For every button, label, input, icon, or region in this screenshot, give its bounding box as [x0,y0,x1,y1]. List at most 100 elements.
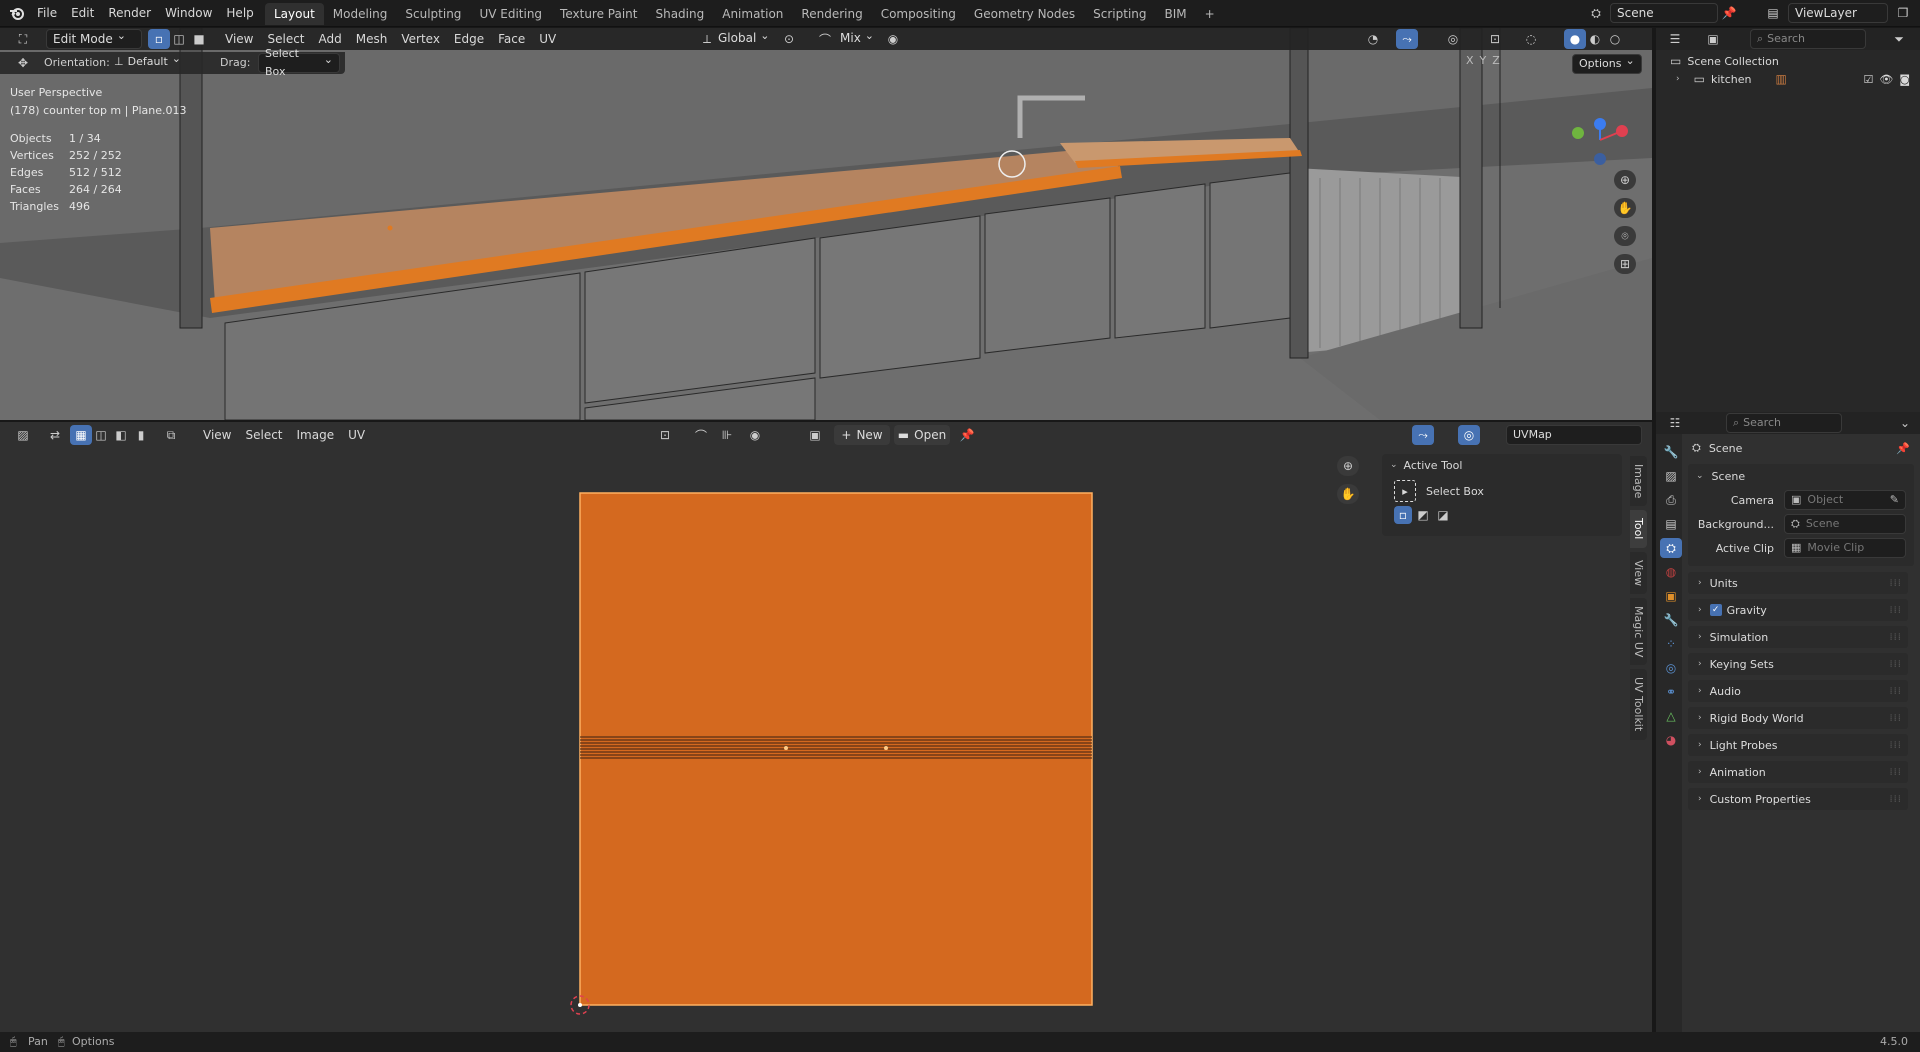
uv-gizmo-icon[interactable]: ⤳ [1412,425,1434,445]
tab-uv-editing[interactable]: UV Editing [470,3,551,25]
grid-icon[interactable]: ⊞ [1614,254,1636,274]
uv-island-select-icon[interactable]: ▮ [130,425,152,445]
data-tab-icon[interactable]: △ [1660,706,1682,726]
face-select-icon[interactable]: ■ [188,29,210,49]
outliner-editor-icon[interactable]: ☰ [1664,29,1686,49]
outliner-item-kitchen[interactable]: › ▭ kitchen ▥ ☑ 👁 ◙ [1676,72,1916,86]
tab-view[interactable]: View [1630,551,1647,594]
select-extend-icon[interactable]: ◩ [1414,506,1432,524]
image-browse-icon[interactable]: ▣ [804,425,826,445]
gizmo-icon[interactable]: ⤳ [1396,29,1418,49]
proportional-edit-icon[interactable]: ◉ [882,29,904,49]
select-new-icon[interactable]: ▫ [1394,506,1412,524]
transform-orientation[interactable]: Global [718,31,770,45]
uv-zoom-icon[interactable]: ⊕ [1337,456,1359,476]
tab-tool[interactable]: Tool [1630,510,1647,548]
proportional-falloff[interactable]: Mix [840,31,874,45]
new-image-button[interactable]: + New [834,425,890,445]
view-layer-selector[interactable]: ViewLayer [1788,3,1888,23]
sticky-mode-icon[interactable]: ⧉ [160,425,182,445]
menu-vertex[interactable]: Vertex [394,28,447,50]
axis-z[interactable]: Z [1492,54,1500,67]
uv-edge-select-icon[interactable]: ◫ [90,425,112,445]
material-shading-icon[interactable]: ◐ [1584,29,1606,49]
tab-shading[interactable]: Shading [646,3,713,25]
pivot-icon[interactable]: ⊙ [778,29,800,49]
menu-file[interactable]: File [30,0,64,27]
add-workspace-icon[interactable]: + [1196,3,1224,25]
tab-image[interactable]: Image [1630,456,1647,507]
uv-menu-view[interactable]: View [196,422,238,448]
tab-texture-paint[interactable]: Texture Paint [551,3,646,25]
tool-tab-icon[interactable]: 🔧 [1660,442,1682,462]
uv-proportional-icon[interactable]: ◉ [744,425,766,445]
pan-hand-icon[interactable]: ✋ [1614,198,1636,218]
constraints-tab-icon[interactable]: ⚭ [1660,682,1682,702]
overlay-icon[interactable]: ◎ [1442,29,1464,49]
object-tab-icon[interactable]: ▣ [1660,586,1682,606]
menu-help[interactable]: Help [219,0,260,27]
solid-shading-icon[interactable]: ● [1564,29,1586,49]
open-image-button[interactable]: ▬ Open [894,425,950,445]
menu-edit[interactable]: Edit [64,0,101,27]
uv-snap-icon[interactable]: ⌒ [690,425,712,445]
scene-selector[interactable]: Scene [1610,3,1718,23]
uv-menu-uv[interactable]: UV [341,422,372,448]
xray-icon[interactable]: ⊡ [1484,29,1506,49]
gravity-checkbox[interactable]: ✓ [1709,604,1722,616]
menu-face[interactable]: Face [491,28,532,50]
section-simulation[interactable]: › Simulation ⁞⁞⁞ [1688,626,1908,648]
camera-icon[interactable]: ⌾ [1614,226,1636,246]
uv-canvas[interactable] [0,448,1380,1032]
tab-rendering[interactable]: Rendering [792,3,871,25]
menu-view[interactable]: View [218,28,260,50]
scene-icon[interactable]: ⛭ [1585,3,1607,23]
section-light-probes[interactable]: › Light Probes ⁞⁞⁞ [1688,734,1908,756]
menu-edge[interactable]: Edge [447,28,491,50]
scene-panel-header[interactable]: ⌄ Scene [1688,464,1914,488]
section-animation[interactable]: › Animation ⁞⁞⁞ [1688,761,1908,783]
new-view-layer-icon[interactable]: ❐ [1892,3,1914,23]
vertex-select-icon[interactable]: ▫ [148,29,170,49]
camera-field[interactable]: ▣ Object ✎ [1784,490,1906,510]
tab-sculpting[interactable]: Sculpting [396,3,470,25]
world-tab-icon[interactable]: ◍ [1660,562,1682,582]
uvmap-selector[interactable]: UVMap [1506,425,1642,445]
section-rigid-body-world[interactable]: › Rigid Body World ⁞⁞⁞ [1688,707,1908,729]
outliner-search[interactable]: ⌕ Search [1750,29,1866,49]
properties-editor-icon[interactable]: ☷ [1664,413,1686,433]
mode-selector[interactable]: Edit Mode [46,29,142,49]
uv-pan-icon[interactable]: ✋ [1337,484,1359,504]
axis-x[interactable]: X [1466,54,1474,67]
view-layer-icon[interactable]: ▤ [1762,3,1784,23]
menu-render[interactable]: Render [101,0,158,27]
drag-selector[interactable]: Select Box [258,47,340,78]
checkbox-icon[interactable]: ☑ [1863,73,1873,86]
tab-compositing[interactable]: Compositing [872,3,965,25]
collapse-arrow-icon[interactable]: ⌄ [1696,471,1704,481]
material-tab-icon[interactable]: ◕ [1660,730,1682,750]
blender-logo-icon[interactable] [9,5,25,21]
scene-tab-icon[interactable]: ⛭ [1660,538,1682,558]
uv-editor[interactable]: ▨ ⇄ ▦ ◫ ◧ ▮ ⧉ View Select Image UV ⊡ ⌒ ⊪ ◉ … [0,422,1652,1032]
modifier-tab-icon[interactable]: 🔧 [1660,610,1682,630]
move-tool-icon[interactable]: ✥ [12,53,34,73]
3d-viewport[interactable]: ⛶ Edit Mode ▫ ◫ ■ ViewSelectAddMeshVerte… [0,28,1652,420]
menu-uv[interactable]: UV [532,28,563,50]
render-tab-icon[interactable]: ▨ [1660,466,1682,486]
uv-menu-image[interactable]: Image [290,422,342,448]
wireframe-shading-icon[interactable]: ◌ [1520,29,1542,49]
pin-image-icon[interactable]: 📌 [956,425,978,445]
axis-y[interactable]: Y [1480,54,1487,67]
filter-icon[interactable]: ⏷ [1888,29,1910,49]
properties-search[interactable]: ⌕ Search [1726,413,1842,433]
display-mode-icon[interactable]: ▣ [1702,29,1724,49]
output-tab-icon[interactable]: ⎙ [1660,490,1682,510]
tab-modeling[interactable]: Modeling [324,3,397,25]
expand-arrow-icon[interactable]: › [1676,74,1680,84]
snap-icon[interactable]: ⌒ [814,29,836,49]
chevron-down-icon[interactable]: ⌄ [1894,413,1916,433]
tab-layout[interactable]: Layout [265,3,324,25]
rendered-shading-icon[interactable]: ○ [1604,29,1626,49]
uv-vertex-select-icon[interactable]: ▦ [70,425,92,445]
